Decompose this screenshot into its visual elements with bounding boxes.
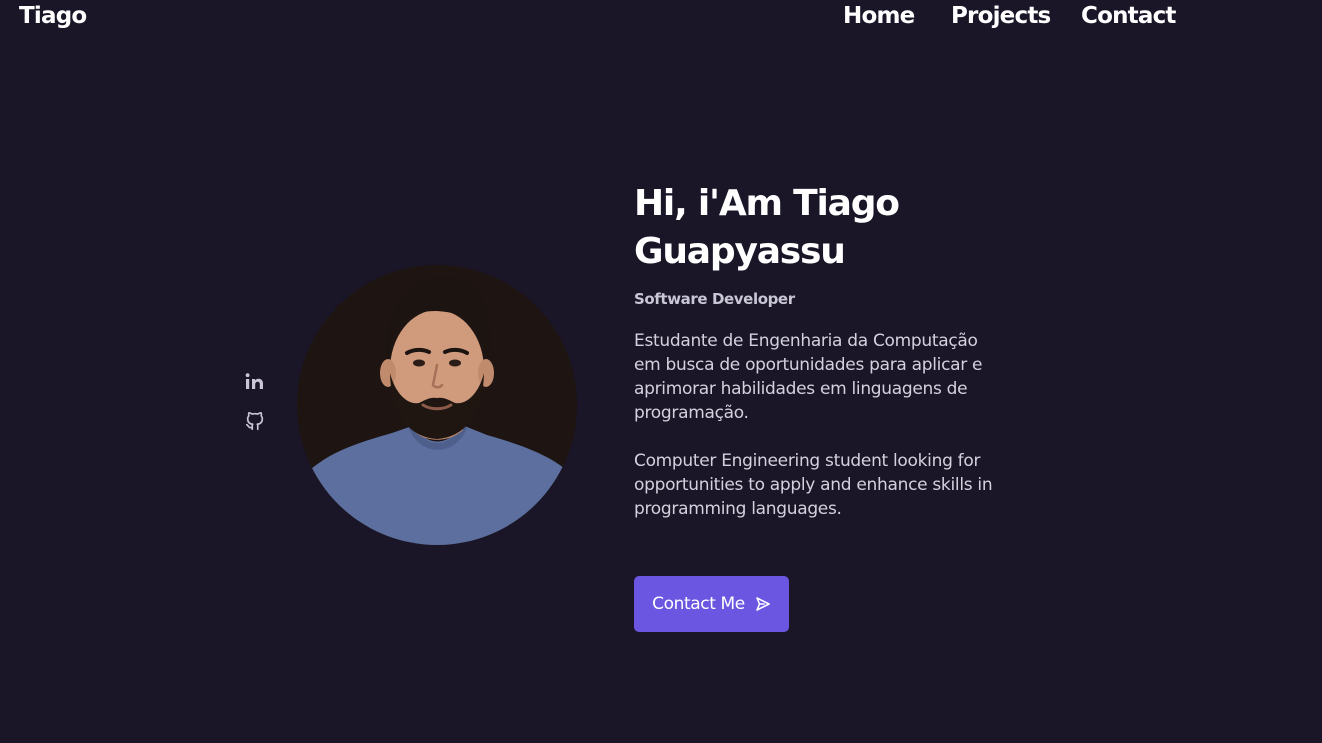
description-english: Computer Engineering student looking for…: [634, 451, 993, 519]
contact-me-label: Contact Me: [652, 594, 745, 614]
nav-link-home[interactable]: Home: [843, 3, 915, 29]
send-icon: [756, 597, 770, 611]
nav-link-projects[interactable]: Projects: [951, 3, 1051, 29]
hero-subtitle: Software Developer: [634, 290, 795, 308]
profile-photo: [297, 265, 577, 545]
nav-link-contact[interactable]: Contact: [1081, 3, 1176, 29]
hero-title: Hi, i'Am Tiago Guapyassu: [634, 183, 900, 272]
hero-content: Hi, i'Am Tiago Guapyassu Software Develo…: [634, 180, 1004, 521]
top-navbar: Tiago Home Projects Contact: [0, 0, 1322, 36]
brand-logo-link[interactable]: Tiago: [19, 3, 87, 29]
description-portuguese: Estudante de Engenharia da Computação em…: [634, 331, 983, 423]
linkedin-link[interactable]: [244, 371, 266, 393]
github-link[interactable]: [244, 410, 266, 432]
linkedin-icon: [245, 373, 263, 389]
contact-me-button[interactable]: Contact Me: [634, 576, 789, 632]
github-icon: [245, 411, 264, 431]
